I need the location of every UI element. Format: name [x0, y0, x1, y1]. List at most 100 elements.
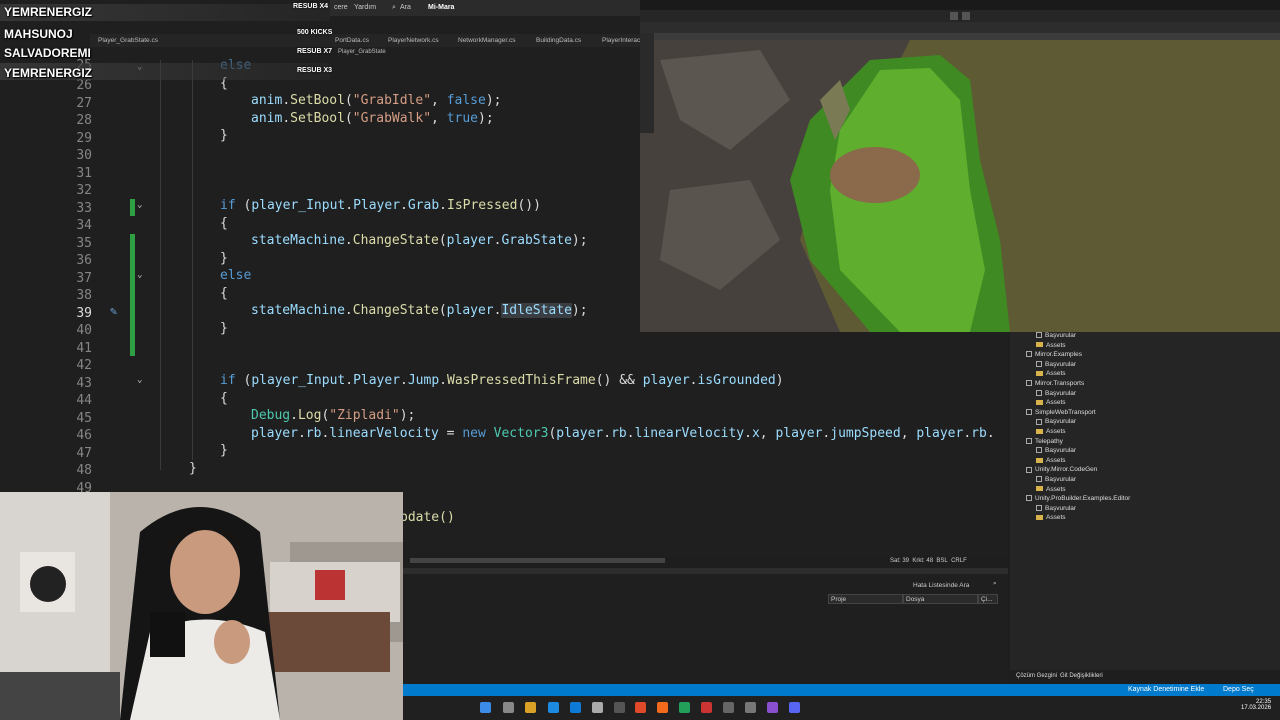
references-node[interactable]: Başvurular: [1036, 390, 1076, 397]
source-control-button[interactable]: Kaynak Denetimine Ekle: [1128, 686, 1204, 693]
node-label: Başvurular: [1045, 504, 1077, 512]
unity-editor[interactable]: [640, 0, 1280, 332]
code-line: pdate(): [400, 510, 455, 525]
vscode-icon[interactable]: [570, 702, 581, 713]
line-number: 41: [76, 341, 92, 356]
project-node[interactable]: Unity.ProBuilder.Examples.Editor: [1026, 495, 1130, 502]
node-label: Başvurular: [1045, 476, 1077, 483]
menu-item-help[interactable]: Yardım: [354, 4, 376, 11]
resub-label: RESUB X3: [297, 67, 333, 74]
menu-item-cere[interactable]: cere: [334, 4, 348, 11]
references-node[interactable]: Başvurular: [1036, 476, 1076, 483]
folder-node[interactable]: Assets: [1036, 486, 1066, 493]
vs-menubar: cere Yardım ⌕ Ara Mi-Mara: [330, 0, 640, 16]
references-node[interactable]: Başvurular: [1036, 361, 1076, 368]
column-project[interactable]: Proje: [828, 594, 903, 604]
project-node[interactable]: Unity.Mirror.CodeGen: [1026, 466, 1097, 473]
node-label: Assets: [1046, 341, 1066, 349]
code-line: anim.SetBool("GrabWalk", true);: [251, 111, 494, 126]
references-node[interactable]: Başvurular: [1036, 332, 1076, 339]
references-node[interactable]: Başvurular: [1036, 447, 1076, 454]
edge-icon[interactable]: [548, 702, 559, 713]
tab-solution-explorer[interactable]: Çözüm Gezgini: [1016, 673, 1057, 679]
code-line: }: [189, 461, 197, 476]
line-number: 27: [76, 96, 92, 111]
node-label: Assets: [1046, 370, 1066, 378]
tab-playernetwork[interactable]: PlayerNetwork.cs: [388, 37, 439, 44]
menu-search[interactable]: Ara: [400, 4, 411, 11]
folder-node[interactable]: Assets: [1036, 342, 1066, 349]
play-icon[interactable]: [950, 12, 958, 20]
tab-playerinteract[interactable]: PlayerInteract: [602, 37, 642, 44]
folder-node[interactable]: Assets: [1036, 428, 1066, 435]
breadcrumb[interactable]: Player_GrabState: [330, 47, 640, 58]
fold-chevron-icon[interactable]: ⌄: [137, 201, 146, 210]
tab-portdata[interactable]: PortData.cs: [335, 37, 369, 44]
project-node[interactable]: SimpleWebTransport: [1026, 409, 1096, 416]
tab-buildingdata[interactable]: BuildingData.cs: [536, 37, 581, 44]
node-label: Assets: [1046, 485, 1066, 493]
line-number: 34: [76, 218, 92, 233]
sub-name: SALVADOREMI: [4, 46, 91, 60]
error-search-input[interactable]: Hata Listesinde Ara: [913, 582, 969, 589]
editor-tabs: Player_GrabState.cs PortData.cs PlayerNe…: [90, 34, 642, 47]
fold-chevron-icon[interactable]: ⌄: [137, 271, 146, 280]
search-icon[interactable]: ⌕: [993, 580, 997, 588]
tab-networkmanager[interactable]: NetworkManager.cs: [458, 37, 515, 44]
line-number: 45: [76, 411, 92, 426]
folder-node[interactable]: Assets: [1036, 457, 1066, 464]
scene-view[interactable]: [640, 40, 1280, 332]
line-number: 26: [76, 78, 92, 93]
code-line: {: [220, 216, 228, 231]
pause-icon[interactable]: [962, 12, 970, 20]
line-number: 37: [76, 271, 92, 286]
visual-studio-icon[interactable]: [767, 702, 778, 713]
file-explorer-icon[interactable]: [525, 702, 536, 713]
column-line[interactable]: Çi...: [978, 594, 998, 604]
app-icon[interactable]: [701, 702, 712, 713]
search-icon[interactable]: ⌕: [392, 4, 396, 12]
webcam-image: [0, 492, 403, 720]
column-file[interactable]: Dosya: [903, 594, 978, 604]
code-line: player.rb.linearVelocity = new Vector3(p…: [251, 426, 995, 441]
firefox-icon[interactable]: [657, 702, 668, 713]
tab-player-grabstate[interactable]: Player_GrabState.cs: [98, 37, 158, 44]
app-icon[interactable]: [614, 702, 625, 713]
solution-explorer[interactable]: Başvurular Assets Mirror.Examples Başvurula…: [1010, 332, 1280, 672]
indent-guide: [192, 60, 193, 460]
sub-name: YEMRENERGIZ: [4, 5, 93, 19]
unity-hub-icon[interactable]: [745, 702, 756, 713]
references-node[interactable]: Başvurular: [1036, 505, 1076, 512]
app-icon[interactable]: [679, 702, 690, 713]
horizontal-scrollbar[interactable]: [410, 558, 665, 563]
references-icon: [1036, 361, 1042, 368]
line-number: 30: [76, 148, 92, 163]
chrome-icon[interactable]: [635, 702, 646, 713]
resub-label: RESUB X4: [293, 3, 329, 10]
start-icon[interactable]: [480, 702, 491, 713]
references-icon: [1036, 389, 1042, 396]
node-label: Unity.Mirror.CodeGen: [1035, 466, 1098, 474]
references-node[interactable]: Başvurular: [1036, 418, 1076, 425]
project-node[interactable]: Mirror.Examples: [1026, 351, 1082, 358]
app-icon[interactable]: [592, 702, 603, 713]
quick-actions-brush-icon[interactable]: ✎: [110, 304, 117, 318]
fold-chevron-icon[interactable]: ⌄: [137, 376, 146, 385]
node-label: Mirror.Examples: [1035, 351, 1082, 359]
node-label: Başvurular: [1045, 418, 1077, 426]
project-node[interactable]: Mirror.Transports: [1026, 380, 1084, 387]
folder-node[interactable]: Assets: [1036, 399, 1066, 406]
unity-icon[interactable]: [723, 702, 734, 713]
scene-tools-panel[interactable]: [640, 33, 654, 133]
error-list-panel[interactable]: Hata Listesinde Ara ⌕ Proje Dosya Çi...: [403, 568, 1008, 684]
discord-icon[interactable]: [789, 702, 800, 713]
repo-select-button[interactable]: Depo Seç: [1223, 686, 1254, 693]
line-number: 46: [76, 428, 92, 443]
node-label: Başvurular: [1045, 389, 1077, 397]
system-clock[interactable]: 22:35 17.03.2026: [1241, 699, 1271, 711]
tab-git-changes[interactable]: Git Değişiklikleri: [1060, 673, 1103, 679]
folder-node[interactable]: Assets: [1036, 370, 1066, 377]
search-icon[interactable]: [503, 702, 514, 713]
folder-node[interactable]: Assets: [1036, 514, 1066, 521]
project-node[interactable]: Telepathy: [1026, 438, 1063, 445]
